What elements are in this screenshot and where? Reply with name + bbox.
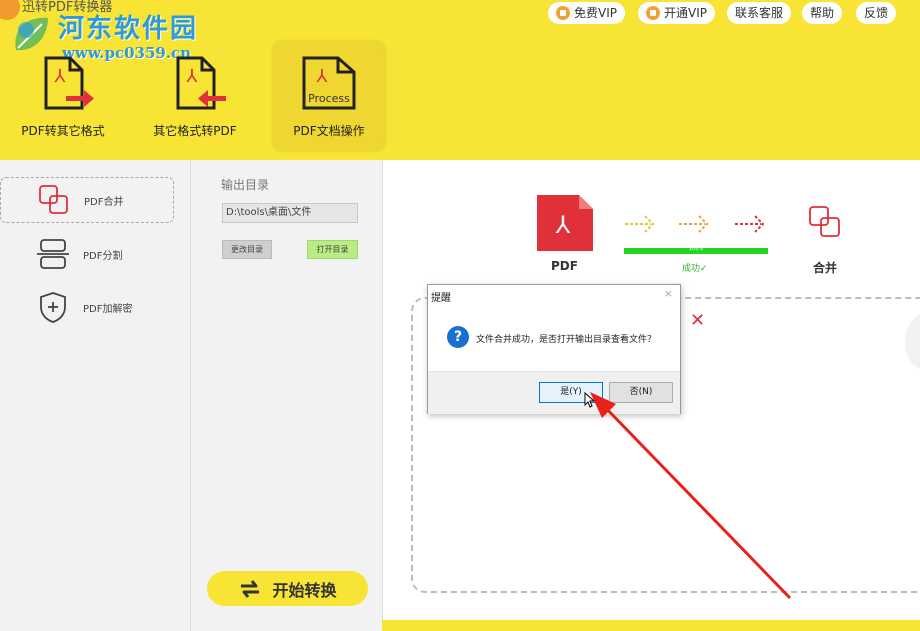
tool-pdf-operations[interactable]: ⅄ Process PDF文档操作 <box>274 42 384 150</box>
feedback-label: 反馈 <box>864 6 889 20</box>
svg-text:⅄: ⅄ <box>555 211 571 239</box>
sidebar: PDF合并 PDF分割 PDF加解密 <box>0 160 190 631</box>
watermark-name: 河东软件园 <box>58 14 199 44</box>
svg-text:⅄: ⅄ <box>187 66 199 87</box>
start-convert-button[interactable]: 开始转换 <box>207 571 368 606</box>
vip-icon <box>646 6 660 20</box>
pdf-export-icon: ⅄ <box>44 56 94 110</box>
tool-label: 其它格式转PDF <box>153 124 237 138</box>
help-label: 帮助 <box>810 6 835 20</box>
no-button[interactable]: 否(N) <box>609 382 673 403</box>
tool-label: PDF文档操作 <box>293 124 365 138</box>
dialog-footer: 是(Y) 否(N) <box>428 371 680 414</box>
sidebar-item-label: PDF分割 <box>83 250 123 262</box>
process-badge: Process <box>308 92 350 105</box>
output-dir-label: 输出目录 <box>221 178 270 192</box>
pdf-import-icon: ⅄ <box>176 56 226 110</box>
sidebar-item-label: PDF合并 <box>84 196 124 208</box>
close-icon[interactable]: × <box>664 287 673 300</box>
pdf-file-icon: ⅄ <box>537 195 593 251</box>
tool-label: PDF转其它格式 <box>21 124 105 138</box>
feedback-button[interactable]: 反馈 <box>856 2 897 24</box>
svg-text:⅄: ⅄ <box>317 66 329 87</box>
flow-source-label: PDF <box>551 259 578 273</box>
convert-icon <box>241 579 260 598</box>
flow-arrows-icon <box>625 215 765 233</box>
change-dir-button[interactable]: 更改目录 <box>222 240 272 259</box>
sidebar-item-pdf-merge[interactable]: PDF合并 <box>0 177 174 223</box>
question-icon: ? <box>447 326 469 348</box>
free-vip-button[interactable]: 免费VIP <box>548 2 625 24</box>
progress-percent: 100% <box>689 246 704 252</box>
open-vip-label: 开通VIP <box>664 6 707 20</box>
remove-file-icon[interactable]: ✕ <box>690 310 705 331</box>
pdf-process-icon: ⅄ Process <box>302 56 356 110</box>
open-dir-button[interactable]: 打开目录 <box>307 240 358 259</box>
confirm-dialog: 提醒 × ? 文件合并成功，是否打开输出目录查看文件？ 是(Y) 否(N) <box>427 284 681 414</box>
contact-service-button[interactable]: 联系客服 <box>727 2 792 24</box>
shield-icon <box>40 292 66 323</box>
vip-icon <box>556 6 570 20</box>
dialog-title: 提醒 <box>431 293 451 304</box>
merge-icon <box>39 185 68 214</box>
contact-service-label: 联系客服 <box>735 6 784 20</box>
help-button[interactable]: 帮助 <box>802 2 843 24</box>
dialog-message: 文件合并成功，是否打开输出目录查看文件？ <box>476 335 657 345</box>
output-panel: 输出目录 D:\tools\桌面\文件 更改目录 打开目录 开始转换 <box>190 160 382 631</box>
header: 迅转PDF转换器 河东软件园 www.pc0359.cn 免费VIP 开通VIP… <box>0 0 920 160</box>
sidebar-item-label: PDF加解密 <box>83 303 133 315</box>
svg-text:⅄: ⅄ <box>55 66 67 87</box>
output-path-field[interactable]: D:\tools\桌面\文件 <box>222 203 358 223</box>
status-text: 成功✓ <box>682 264 708 274</box>
split-icon <box>37 239 69 269</box>
flow-target-label: 合并 <box>813 261 838 275</box>
title-bar: 迅转PDF转换器 河东软件园 www.pc0359.cn 免费VIP 开通VIP… <box>0 0 920 62</box>
free-vip-label: 免费VIP <box>574 6 617 20</box>
tool-other-to-pdf[interactable]: ⅄ 其它格式转PDF <box>140 42 250 150</box>
bottom-bar <box>382 620 920 631</box>
open-vip-button[interactable]: 开通VIP <box>638 2 715 24</box>
tool-pdf-to-other[interactable]: ⅄ PDF转其它格式 <box>8 42 118 150</box>
sidebar-item-pdf-encrypt[interactable]: PDF加解密 <box>0 284 174 330</box>
merge-icon <box>809 206 840 237</box>
sidebar-item-pdf-split[interactable]: PDF分割 <box>0 231 174 277</box>
mouse-cursor-icon <box>584 392 596 408</box>
start-convert-label: 开始转换 <box>272 580 337 600</box>
